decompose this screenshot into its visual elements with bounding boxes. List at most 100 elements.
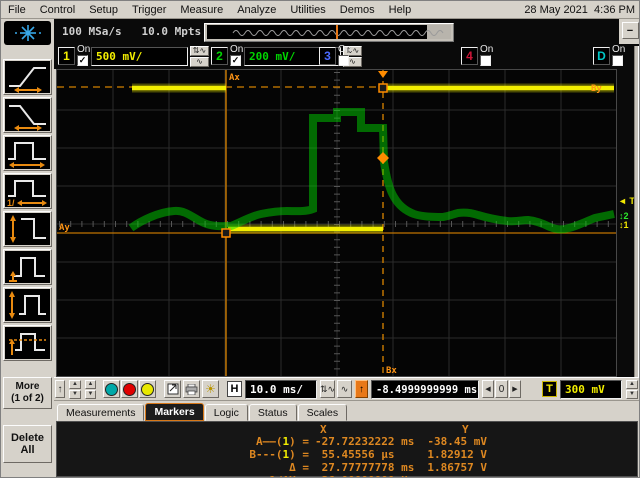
channel-2-on-label: On <box>230 44 244 55</box>
measure-sidebar: 1/ More (1 of 2) Delete All <box>1 19 54 477</box>
channel-1-trace <box>132 83 614 234</box>
pan-left-button[interactable]: ◀ <box>482 380 494 398</box>
channel-1-ground-marker[interactable]: ↕1 <box>619 220 629 230</box>
save-waveform-button[interactable] <box>164 380 181 398</box>
channel-row: 1 On ✓ 500 mV/ ⇅∿ ∿ 2 On ✓ 200 mV/ ⇅∿ ∿ … <box>54 44 639 69</box>
marker-ay-label: Ay <box>59 223 70 233</box>
channel-2-badge[interactable]: 2 <box>211 47 228 65</box>
stop-button[interactable] <box>121 380 138 398</box>
channel-3-on-label: On <box>338 44 352 55</box>
delete-all-button[interactable]: Delete All <box>3 425 52 463</box>
inverse-delta-x-value: 36.00000000 Hz <box>315 474 415 477</box>
menu-setup[interactable]: Setup <box>82 2 125 18</box>
menu-measure[interactable]: Measure <box>173 2 230 18</box>
trigger-time-marker[interactable] <box>378 71 388 78</box>
horizontal-toolbar: ↑ ▲ ▼ ▲ ▼ ☀ H 10.0 ms/ ⇅∿ ∿ ↑ -8.499999999… <box>54 377 639 400</box>
menu-trigger[interactable]: Trigger <box>125 2 173 18</box>
single-button[interactable] <box>139 380 156 398</box>
channel-3-checkbox[interactable] <box>338 55 349 66</box>
timebase-field[interactable]: 10.0 ms/ <box>245 380 317 399</box>
trigger-level-marker[interactable]: ◄ T <box>618 196 635 206</box>
delta-y-value: 1.86757 V <box>427 461 487 474</box>
trigger-level-spinner[interactable]: ▲ ▼ <box>625 379 639 399</box>
delay-knob-button[interactable]: ∿ <box>337 380 352 398</box>
trigger-slope-button[interactable]: ↑ <box>355 380 368 398</box>
meas-peak-peak-button[interactable] <box>3 211 52 247</box>
v-base-icon <box>9 257 45 282</box>
delta-label: Δ = <box>289 461 309 474</box>
channel-1-checkbox[interactable]: ✓ <box>77 55 88 66</box>
channel-4-badge[interactable]: 4 <box>461 47 478 65</box>
marker-a-label: A——(1) = <box>256 435 309 448</box>
channel-1-on-label: On <box>77 44 91 55</box>
clear-display-button[interactable]: ☀ <box>202 380 219 398</box>
digital-checkbox[interactable] <box>612 55 623 66</box>
channel-1-offset-knob-icon[interactable]: ∿ <box>190 57 209 67</box>
waveform-overview[interactable] <box>204 23 454 42</box>
meas-v-amplitude-button[interactable] <box>3 287 52 323</box>
channel-3-badge[interactable]: 3 <box>319 47 336 65</box>
tab-markers[interactable]: Markers <box>145 403 204 421</box>
channel-2-checkbox[interactable]: ✓ <box>230 55 241 66</box>
meas-rise-time-button[interactable] <box>3 59 52 95</box>
sample-rate: 100 MSa/s 10.0 Mpts <box>62 25 202 38</box>
peak-peak-icon <box>10 215 46 243</box>
more-measurements-button[interactable]: More (1 of 2) <box>3 377 52 409</box>
tab-logic[interactable]: Logic <box>204 404 248 421</box>
meas-period-button[interactable]: 1/ <box>3 173 52 209</box>
single-icon <box>141 382 154 396</box>
menu-file[interactable]: File <box>1 2 33 18</box>
pulse-width-icon <box>8 142 46 168</box>
menu-help[interactable]: Help <box>382 2 419 18</box>
print-button[interactable] <box>183 380 200 398</box>
marker-a-handle[interactable] <box>221 228 231 238</box>
meas-v-base-button[interactable] <box>3 249 52 285</box>
digital-channel-badge[interactable]: D <box>593 47 610 65</box>
meas-fall-time-button[interactable] <box>3 97 52 133</box>
graticule: Ax Ay Bx By <box>57 70 616 376</box>
channel-1-scale-field[interactable]: 500 mV/ <box>91 47 188 66</box>
horizontal-position-spinner[interactable]: ▲ ▼ <box>84 379 97 399</box>
horizontal-badge: H <box>227 381 242 397</box>
save-waveform-icon <box>167 383 178 395</box>
meas-v-average-button[interactable] <box>3 325 52 361</box>
wave-knob-icon: ⇅∿ <box>319 383 336 394</box>
tab-scales[interactable]: Scales <box>297 404 348 421</box>
run-icon <box>105 382 118 396</box>
pan-right-button[interactable]: ▶ <box>509 380 521 398</box>
marker-b-handle[interactable] <box>378 83 388 93</box>
v-average-icon <box>9 333 46 355</box>
marker-b-label: B---(1) = <box>249 448 309 461</box>
v-amplitude-icon <box>9 291 46 319</box>
zero-delay-button[interactable]: 0 <box>495 380 508 398</box>
run-button[interactable] <box>103 380 120 398</box>
menu-analyze[interactable]: Analyze <box>230 2 283 18</box>
undo-left-button[interactable]: ↑ <box>55 380 65 398</box>
waveform-display[interactable]: Ax Ay Bx By <box>56 69 617 377</box>
menu-control[interactable]: Control <box>33 2 82 18</box>
tab-status[interactable]: Status <box>248 404 297 421</box>
fall-time-icon <box>9 105 46 131</box>
tab-measurements[interactable]: Measurements <box>57 404 145 421</box>
horizontal-position-field[interactable]: -8.4999999999 ms <box>371 380 479 399</box>
markers-readout-panel: X Y A——(1) = -27.72232222 ms -38.45 mV B… <box>56 421 638 477</box>
digital-on-label: On <box>612 44 626 55</box>
channel-1-scale-knob-icon[interactable]: ⇅∿ <box>190 46 209 56</box>
menu-utilities[interactable]: Utilities <box>283 2 332 18</box>
horizontal-scale-spinner[interactable]: ▲ ▼ <box>67 379 83 399</box>
minimize-button[interactable]: − <box>621 22 639 39</box>
channel-4-checkbox[interactable] <box>480 55 491 66</box>
menu-demos[interactable]: Demos <box>333 2 382 18</box>
trigger-level-field[interactable]: 300 mV <box>560 380 622 399</box>
timebase-knob-button[interactable]: ⇅∿ <box>320 380 335 398</box>
period-icon: 1/ <box>7 180 47 208</box>
svg-text:1/: 1/ <box>7 198 15 207</box>
channel-1-badge[interactable]: 1 <box>58 47 75 65</box>
brand-logo <box>4 21 51 45</box>
marker-a-y-value: -38.45 mV <box>427 435 487 448</box>
meas-pulse-width-button[interactable] <box>3 135 52 171</box>
wave-icon: ∿ <box>340 383 349 394</box>
rising-edge-icon: ↑ <box>359 383 364 395</box>
stop-icon <box>123 382 136 396</box>
trigger-level-slider-track[interactable] <box>634 46 639 377</box>
